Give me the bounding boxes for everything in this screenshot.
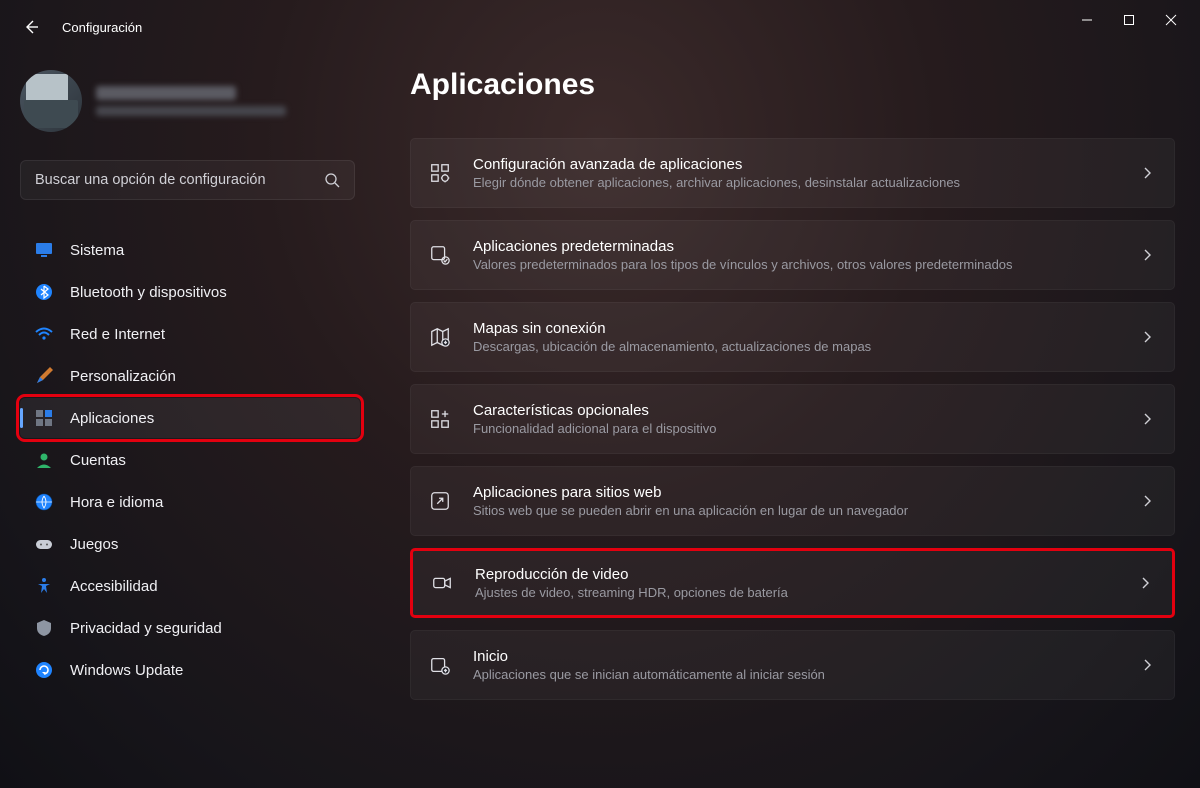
sidebar-item-hora[interactable]: Hora e idioma (20, 482, 360, 522)
card-config-avanzada[interactable]: Configuración avanzada de aplicaciones E… (410, 138, 1175, 208)
card-title: Reproducción de video (475, 566, 788, 583)
sidebar-item-label: Privacidad y seguridad (70, 620, 222, 637)
chevron-right-icon (1140, 248, 1154, 262)
card-title: Aplicaciones para sitios web (473, 484, 908, 501)
card-sub: Ajustes de video, streaming HDR, opcione… (475, 585, 788, 600)
card-title: Características opcionales (473, 402, 717, 419)
card-predeterminadas[interactable]: Aplicaciones predeterminadas Valores pre… (410, 220, 1175, 290)
profile-block[interactable] (20, 70, 360, 132)
card-reproduccion-video[interactable]: Reproducción de video Ajustes de video, … (410, 548, 1175, 618)
card-sub: Sitios web que se pueden abrir en una ap… (473, 503, 908, 518)
chevron-right-icon (1138, 576, 1152, 590)
card-title: Aplicaciones predeterminadas (473, 238, 1013, 255)
search-placeholder: Buscar una opción de configuración (35, 172, 266, 188)
accessibility-icon (34, 576, 54, 596)
app-title: Configuración (62, 20, 142, 35)
sidebar-item-update[interactable]: Windows Update (20, 650, 360, 690)
shield-icon (34, 618, 54, 638)
sidebar-item-juegos[interactable]: Juegos (20, 524, 360, 564)
apps-gear-icon (427, 160, 453, 186)
sidebar-item-label: Sistema (70, 242, 124, 259)
sidebar-item-label: Bluetooth y dispositivos (70, 284, 227, 301)
sidebar-item-label: Aplicaciones (70, 410, 154, 427)
sidebar-item-cuentas[interactable]: Cuentas (20, 440, 360, 480)
card-title: Inicio (473, 648, 825, 665)
card-sub: Aplicaciones que se inician automáticame… (473, 667, 825, 682)
chevron-right-icon (1140, 166, 1154, 180)
sidebar-item-aplicaciones[interactable]: Aplicaciones (20, 398, 360, 438)
minimize-button[interactable] (1080, 13, 1094, 27)
sidebar-item-sistema[interactable]: Sistema (20, 230, 360, 270)
card-sub: Descargas, ubicación de almacenamiento, … (473, 339, 871, 354)
clock-globe-icon (34, 492, 54, 512)
search-icon (324, 172, 340, 188)
sidebar-item-personalizacion[interactable]: Personalización (20, 356, 360, 396)
avatar (20, 70, 82, 132)
chevron-right-icon (1140, 494, 1154, 508)
card-sub: Funcionalidad adicional para el disposit… (473, 421, 717, 436)
chevron-right-icon (1140, 658, 1154, 672)
card-sitios-web[interactable]: Aplicaciones para sitios web Sitios web … (410, 466, 1175, 536)
maximize-button[interactable] (1122, 13, 1136, 27)
profile-text (96, 86, 286, 116)
chevron-right-icon (1140, 412, 1154, 426)
back-button[interactable] (22, 18, 40, 36)
apps-icon (34, 408, 54, 428)
monitor-icon (34, 240, 54, 260)
close-button[interactable] (1164, 13, 1178, 27)
default-apps-icon (427, 242, 453, 268)
card-sub: Valores predeterminados para los tipos d… (473, 257, 1013, 272)
open-external-icon (427, 488, 453, 514)
person-icon (34, 450, 54, 470)
sidebar-item-privacidad[interactable]: Privacidad y seguridad (20, 608, 360, 648)
sidebar-item-label: Juegos (70, 536, 118, 553)
video-icon (429, 570, 455, 596)
card-sub: Elegir dónde obtener aplicaciones, archi… (473, 175, 960, 190)
gamepad-icon (34, 534, 54, 554)
sidebar-item-label: Cuentas (70, 452, 126, 469)
sidebar-item-label: Hora e idioma (70, 494, 163, 511)
card-caracteristicas[interactable]: Características opcionales Funcionalidad… (410, 384, 1175, 454)
card-title: Configuración avanzada de aplicaciones (473, 156, 960, 173)
sidebar-item-label: Windows Update (70, 662, 183, 679)
chevron-right-icon (1140, 330, 1154, 344)
startup-icon (427, 652, 453, 678)
brush-icon (34, 366, 54, 386)
card-mapas[interactable]: Mapas sin conexión Descargas, ubicación … (410, 302, 1175, 372)
sidebar-item-accesibilidad[interactable]: Accesibilidad (20, 566, 360, 606)
bluetooth-icon (34, 282, 54, 302)
card-title: Mapas sin conexión (473, 320, 871, 337)
sidebar-item-label: Red e Internet (70, 326, 165, 343)
wifi-icon (34, 324, 54, 344)
sidebar-item-red[interactable]: Red e Internet (20, 314, 360, 354)
card-inicio[interactable]: Inicio Aplicaciones que se inician autom… (410, 630, 1175, 700)
search-input[interactable]: Buscar una opción de configuración (20, 160, 355, 200)
sidebar-item-label: Personalización (70, 368, 176, 385)
sidebar-item-label: Accesibilidad (70, 578, 158, 595)
map-download-icon (427, 324, 453, 350)
sidebar-item-bluetooth[interactable]: Bluetooth y dispositivos (20, 272, 360, 312)
optional-features-icon (427, 406, 453, 432)
update-icon (34, 660, 54, 680)
page-title: Aplicaciones (410, 68, 1175, 102)
